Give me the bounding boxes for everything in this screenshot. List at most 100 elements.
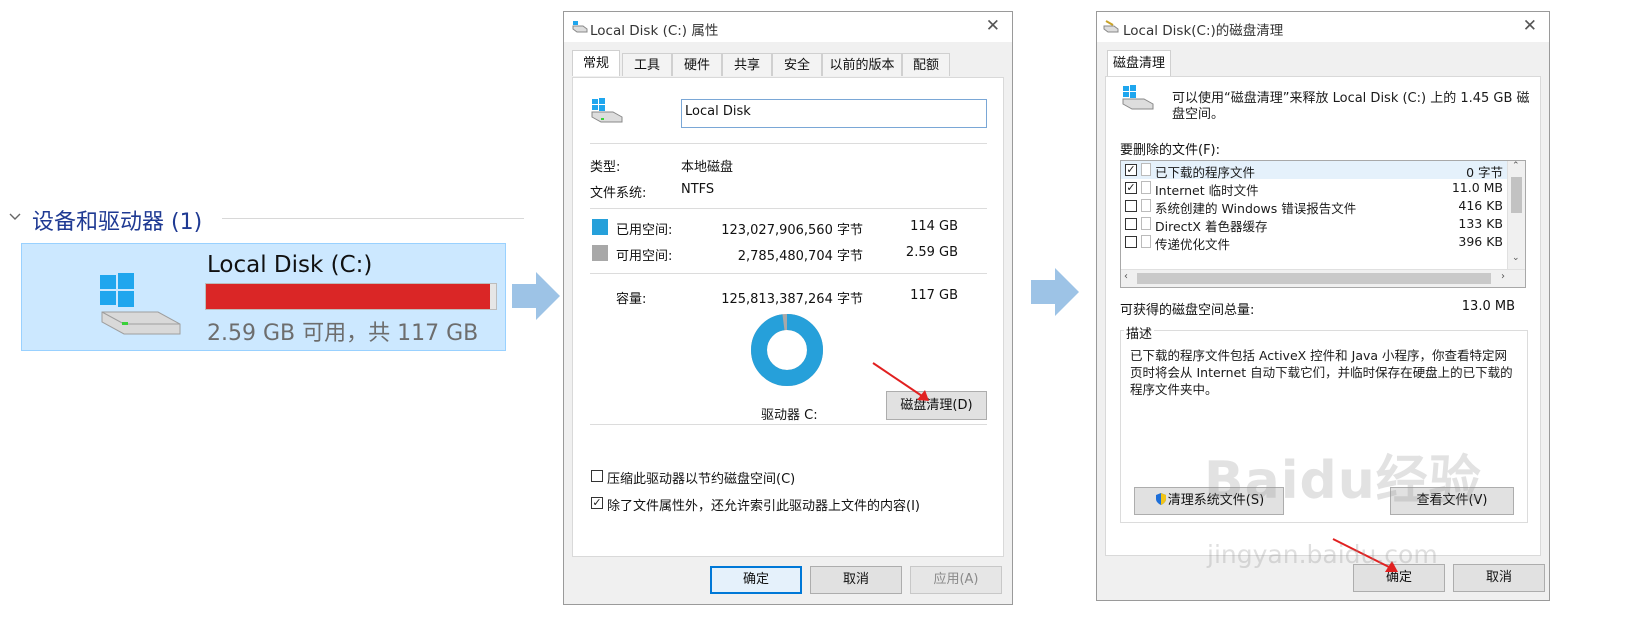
index-label: 除了文件属性外，还允许索引此驱动器上文件的内容(I) <box>607 499 920 514</box>
divider <box>590 208 987 209</box>
file-checkbox[interactable] <box>1125 236 1137 248</box>
scroll-right-icon[interactable]: › <box>1501 271 1505 282</box>
files-list[interactable]: 传递优化文件 396 KB DirectX 着色器缓存 133 KB 系统创建的 Win… <box>1120 160 1526 288</box>
file-checkbox[interactable] <box>1125 200 1137 212</box>
tab-quota[interactable]: 配额 <box>902 53 950 76</box>
index-checkbox[interactable]: ✓ <box>591 497 603 509</box>
file-checkbox[interactable]: ✓ <box>1125 182 1137 194</box>
free-space-bytes: 2,785,480,704 字节 <box>737 249 863 264</box>
list-item[interactable]: DirectX 着色器缓存 133 KB <box>1121 215 1507 234</box>
drive-usage-fill <box>206 284 490 309</box>
list-item[interactable]: 系统创建的 Windows 错误报告文件 416 KB <box>1121 197 1507 216</box>
drive-icon <box>591 98 623 123</box>
horizontal-scrollbar[interactable]: ‹ › <box>1121 269 1525 287</box>
file-name: 系统创建的 Windows 错误报告文件 <box>1155 201 1357 216</box>
file-name: Internet 临时文件 <box>1155 183 1259 198</box>
capacity-label: 容量: <box>616 292 647 307</box>
chevron-down-icon[interactable] <box>8 210 22 224</box>
file-size: 0 字节 <box>1466 165 1503 180</box>
total-space-value: 13.0 MB <box>1461 299 1515 314</box>
cleanup-icon <box>1103 20 1119 33</box>
dialog-title: Local Disk (C:) 属性 <box>590 23 719 39</box>
used-space-slice <box>751 314 823 386</box>
file-checkbox[interactable] <box>1125 218 1137 230</box>
file-name: DirectX 着色器缓存 <box>1155 219 1268 234</box>
title-bar: Local Disk(C:)的磁盘清理 ✕ <box>1097 12 1549 42</box>
file-icon <box>1141 217 1151 230</box>
list-item[interactable]: 传递优化文件 396 KB <box>1121 233 1507 252</box>
file-size: 416 KB <box>1458 198 1503 213</box>
arrow-right-icon <box>512 272 560 320</box>
file-icon <box>1141 199 1151 212</box>
description-text: 已下载的程序文件包括 ActiveX 控件和 Java 小程序，你查看特定网页时… <box>1130 348 1513 397</box>
annotation-arrow-icon <box>872 362 929 401</box>
file-size: 11.0 MB <box>1451 180 1503 195</box>
tab-strip: 磁盘清理 <box>1107 50 1187 77</box>
divider <box>590 143 987 144</box>
close-icon[interactable]: ✕ <box>1523 16 1537 36</box>
cancel-label: 取消 <box>1485 570 1512 585</box>
capacity-gb: 117 GB <box>910 288 958 303</box>
compress-checkbox[interactable] <box>591 470 603 482</box>
scroll-left-icon[interactable]: ‹ <box>1124 271 1128 282</box>
files-to-delete-label: 要删除的文件(F): <box>1120 143 1221 158</box>
close-icon[interactable]: ✕ <box>986 16 1000 36</box>
free-space-label: 可用空间: <box>616 249 673 264</box>
baidu-watermark-url: jingyan.baidu.com <box>1207 540 1438 569</box>
scroll-thumb[interactable] <box>1511 177 1522 213</box>
ok-label: 确定 <box>742 572 769 587</box>
tab-security[interactable]: 安全 <box>772 53 822 76</box>
scroll-up-icon[interactable]: ⌃ <box>1512 161 1520 171</box>
file-name: 已下载的程序文件 <box>1155 165 1256 180</box>
type-label: 类型: <box>590 160 621 175</box>
file-size: 133 KB <box>1458 216 1503 231</box>
tab-disk-cleanup[interactable]: 磁盘清理 <box>1107 50 1171 76</box>
list-scrollbar[interactable]: ⌃ ⌄ <box>1507 161 1525 271</box>
list-item[interactable]: ✓ Internet 临时文件 11.0 MB <box>1121 179 1507 198</box>
drive-icon <box>1122 85 1154 110</box>
file-icon <box>1141 181 1151 194</box>
ok-button[interactable]: 确定 <box>710 566 802 594</box>
free-space-swatch <box>592 245 608 261</box>
drive-windows-icon <box>100 273 181 335</box>
hscroll-thumb[interactable] <box>1137 273 1491 284</box>
tab-hardware[interactable]: 硬件 <box>672 53 722 76</box>
free-space-gb: 2.59 GB <box>905 245 958 260</box>
arrow-right-icon <box>1031 268 1079 316</box>
tab-previous-versions[interactable]: 以前的版本 <box>822 53 902 76</box>
scroll-down-icon[interactable]: ⌄ <box>1512 253 1520 263</box>
file-icon <box>1141 163 1151 176</box>
filesystem-value: NTFS <box>681 182 715 197</box>
tab-strip: 常规 工具 硬件 共享 安全 以前的版本 配额 <box>572 50 1002 77</box>
file-checkbox[interactable]: ✓ <box>1125 164 1137 176</box>
cancel-button[interactable]: 取消 <box>1453 564 1545 592</box>
list-item[interactable]: ✓ 已下载的程序文件 0 字节 <box>1121 161 1507 180</box>
tab-general[interactable]: 常规 <box>572 50 620 76</box>
file-size: 396 KB <box>1458 234 1503 249</box>
cancel-label: 取消 <box>842 572 869 587</box>
apply-label: 应用(A) <box>933 572 979 587</box>
capacity-bytes: 125,813,387,264 字节 <box>721 292 863 307</box>
apply-button[interactable]: 应用(A) <box>910 566 1002 594</box>
disk-usage-donut <box>751 314 823 386</box>
drive-name-value: Local Disk <box>685 104 751 119</box>
used-space-label: 已用空间: <box>616 223 673 238</box>
file-icon <box>1141 235 1151 248</box>
drive-name: Local Disk (C:) <box>207 252 373 278</box>
tab-tools[interactable]: 工具 <box>622 53 672 76</box>
total-space-label: 可获得的磁盘空间总量: <box>1120 303 1255 318</box>
compress-label: 压缩此驱动器以节约磁盘空间(C) <box>607 472 796 487</box>
shield-icon <box>1155 493 1166 505</box>
divider <box>590 424 987 425</box>
tab-sharing[interactable]: 共享 <box>722 53 772 76</box>
type-value: 本地磁盘 <box>681 160 734 175</box>
dialog-title: Local Disk(C:)的磁盘清理 <box>1123 23 1284 39</box>
cancel-button[interactable]: 取消 <box>810 566 902 594</box>
used-space-gb: 114 GB <box>910 219 958 234</box>
filesystem-label: 文件系统: <box>590 186 647 201</box>
group-title: 设备和驱动器 (1) <box>32 210 203 235</box>
title-bar: Local Disk (C:) 属性 ✕ <box>564 12 1012 42</box>
cleanup-intro: 可以使用“磁盘清理”来释放 Local Disk (C:) 上的 1.45 GB… <box>1172 91 1530 122</box>
file-name: 传递优化文件 <box>1155 237 1231 252</box>
drive-name-field[interactable]: Local Disk <box>681 99 987 128</box>
